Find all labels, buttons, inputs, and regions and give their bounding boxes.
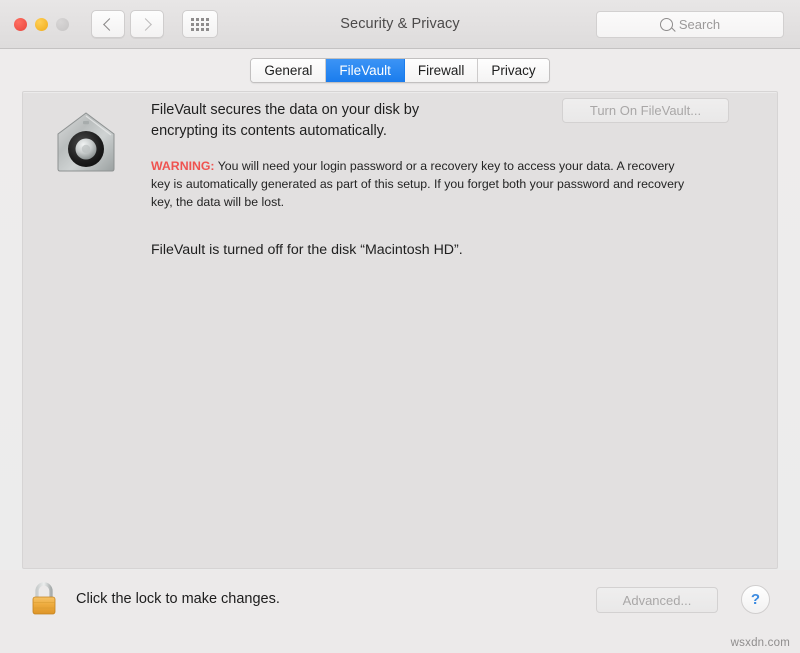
lock-control[interactable]: Click the lock to make changes. [28,582,280,616]
tab-general[interactable]: General [251,58,327,82]
filevault-house-safe-icon [51,107,121,177]
navigation-buttons [91,10,164,38]
zoom-window-button[interactable] [56,17,69,31]
back-button[interactable] [91,10,125,38]
chevron-left-icon [103,17,116,31]
forward-button[interactable] [130,10,164,38]
minimize-window-button[interactable] [35,17,48,31]
lock-instruction-text: Click the lock to make changes. [76,591,280,607]
lock-closed-icon[interactable] [28,582,60,616]
window-footer: Click the lock to make changes. Advanced… [0,570,800,653]
tab-firewall[interactable]: Firewall [404,58,479,82]
watermark: wsxdn.com [730,637,790,649]
tab-filevault[interactable]: FileVault [326,58,405,82]
filevault-body: FileVault secures the data on your disk … [151,100,711,272]
advanced-button[interactable]: Advanced... [596,587,718,613]
tab-privacy[interactable]: Privacy [478,58,549,82]
search-icon [659,18,673,31]
search-placeholder: Search [678,17,721,32]
turn-on-filevault-button[interactable]: Turn On FileVault... [562,98,729,123]
tab-bar-region: General FileVault Firewall Privacy [0,49,800,91]
chevron-right-icon [139,17,152,31]
warning-label: WARNING: [151,159,215,174]
help-button[interactable]: ? [741,585,770,614]
security-privacy-window: Security & Privacy Search General FileVa… [0,0,800,653]
warning-text: You will need your login password or a r… [151,159,685,209]
close-window-button[interactable] [14,17,27,31]
filevault-status: FileVault is turned off for the disk “Ma… [151,241,463,258]
filevault-panel: FileVault secures the data on your disk … [22,91,778,569]
content-region: FileVault secures the data on your disk … [0,91,800,570]
filevault-description: FileVault secures the data on your disk … [151,102,420,139]
show-all-button[interactable] [182,10,218,38]
search-field[interactable]: Search [596,11,784,38]
traffic-light-group [14,17,69,31]
filevault-warning: WARNING: You will need your login passwo… [151,158,691,211]
window-titlebar: Security & Privacy Search [0,0,800,49]
tab-bar: General FileVault Firewall Privacy [250,57,550,83]
grid-icon [191,17,209,31]
